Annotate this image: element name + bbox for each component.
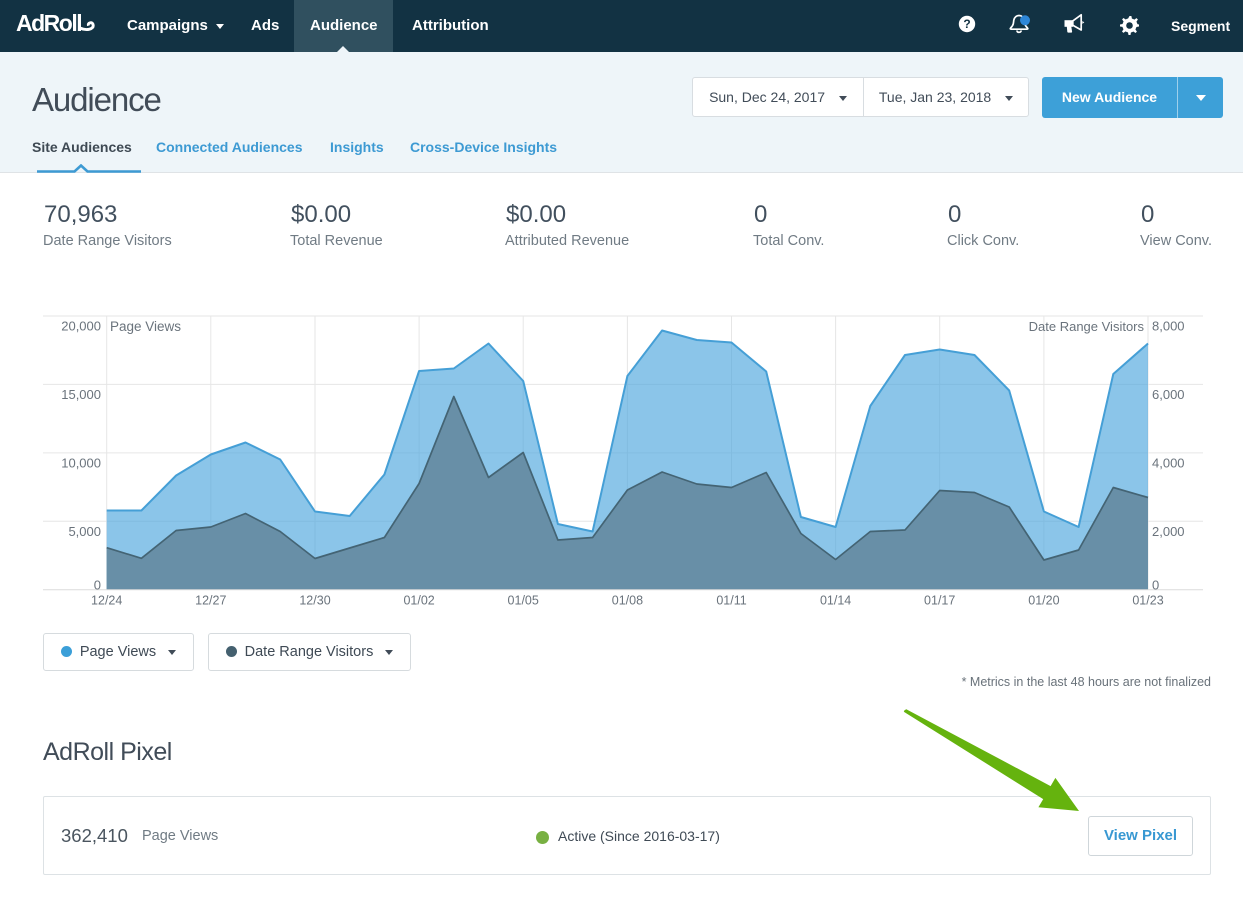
svg-text:15,000: 15,000 xyxy=(61,387,101,402)
svg-text:01/11: 01/11 xyxy=(716,594,746,608)
svg-text:01/08: 01/08 xyxy=(612,594,643,608)
svg-text:6,000: 6,000 xyxy=(1152,387,1185,402)
svg-text:01/14: 01/14 xyxy=(820,594,851,608)
svg-text:0: 0 xyxy=(94,577,101,592)
svg-text:01/20: 01/20 xyxy=(1028,594,1059,608)
svg-text:20,000: 20,000 xyxy=(61,318,101,333)
svg-text:01/17: 01/17 xyxy=(924,594,955,608)
svg-text:4,000: 4,000 xyxy=(1152,455,1185,470)
svg-text:0: 0 xyxy=(1152,577,1159,592)
svg-text:2,000: 2,000 xyxy=(1152,524,1185,539)
svg-text:01/23: 01/23 xyxy=(1132,594,1163,608)
svg-text:12/30: 12/30 xyxy=(299,594,330,608)
svg-text:01/02: 01/02 xyxy=(403,594,434,608)
svg-text:?: ? xyxy=(963,17,970,31)
svg-text:12/27: 12/27 xyxy=(195,594,226,608)
svg-text:10,000: 10,000 xyxy=(61,455,101,470)
svg-text:8,000: 8,000 xyxy=(1152,318,1185,333)
svg-text:12/24: 12/24 xyxy=(91,594,122,608)
svg-text:01/05: 01/05 xyxy=(508,594,539,608)
svg-text:5,000: 5,000 xyxy=(68,524,101,539)
